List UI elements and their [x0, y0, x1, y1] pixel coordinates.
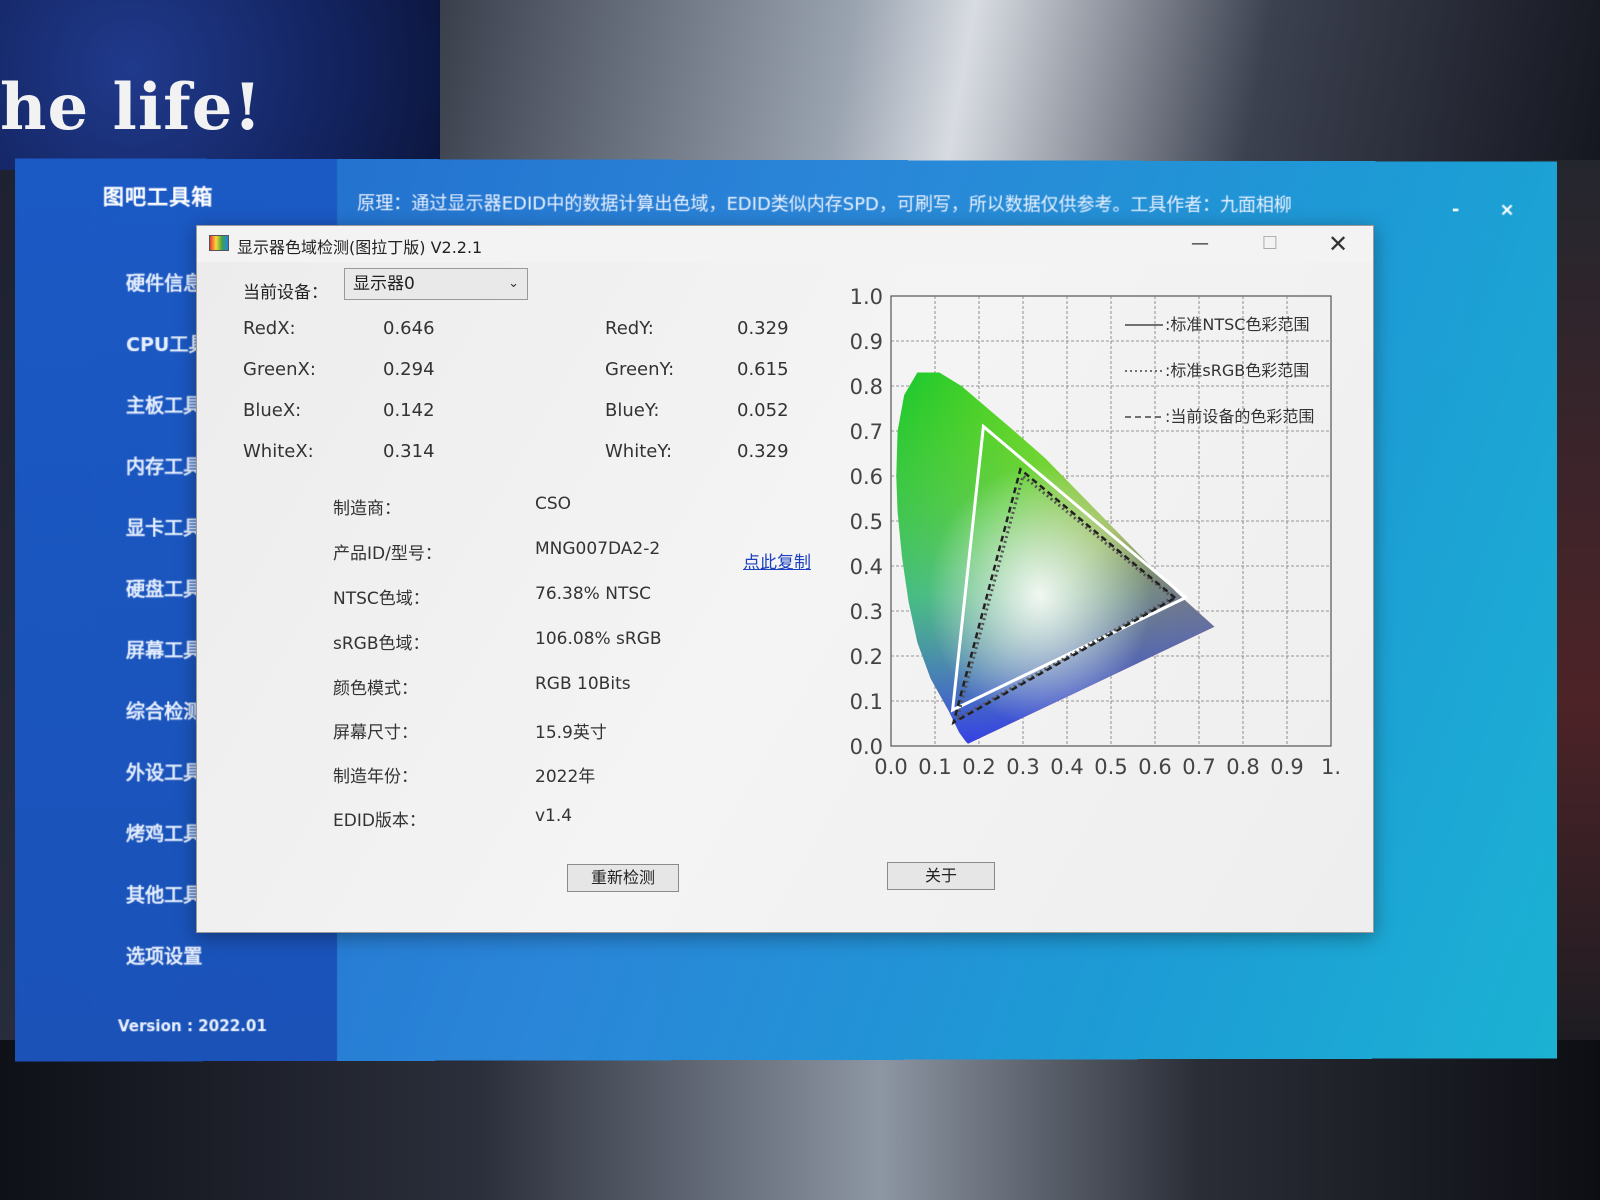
redetect-button[interactable]: 重新检测 — [567, 864, 679, 892]
color-mode-value: RGB 10Bits — [535, 674, 631, 694]
app-title: 图吧工具箱 — [102, 184, 214, 209]
manufacture-year-value: 2022年 — [535, 767, 596, 787]
white-y-value: 0.329 — [737, 441, 789, 462]
app-close-button[interactable]: × — [1500, 199, 1515, 220]
y-tick-label: 0.2 — [850, 645, 883, 669]
x-tick-label: 0.6 — [1138, 755, 1171, 779]
spectral-locus — [896, 372, 1215, 744]
legend-label: :标准sRGB色彩范围 — [1165, 361, 1309, 380]
x-tick-label: 0.4 — [1050, 755, 1083, 779]
x-tick-label: 0.1 — [918, 755, 951, 779]
product-id-label: 产品ID/型号： — [333, 544, 442, 564]
gamut-dialog: 显示器色域检测(图拉丁版) V2.2.1 — ☐ ✕ 当前设备： 显示器0 ⌄ … — [196, 225, 1374, 933]
x-tick-label: 0.2 — [962, 755, 995, 779]
blue-x-label: BlueX: — [243, 400, 302, 421]
version-label: Version : 2022.01 — [117, 1017, 267, 1036]
red-x-label: RedX: — [243, 318, 296, 339]
green-x-value: 0.294 — [383, 359, 435, 380]
x-tick-label: 0.0 — [874, 755, 907, 779]
blue-x-value: 0.142 — [383, 400, 435, 421]
y-tick-label: 0.8 — [850, 375, 883, 399]
legend-label: :标准NTSC色彩范围 — [1165, 315, 1309, 334]
green-y-value: 0.615 — [737, 359, 789, 380]
cie-chart: 0.0 0.1 0.2 0.3 0.4 0.5 0.6 0.7 0.8 0.9 1.0 0.0 0.1 0… — [837, 276, 1357, 796]
red-x-value: 0.646 — [383, 318, 435, 339]
red-y-value: 0.329 — [737, 318, 789, 339]
dialog-close-button[interactable]: ✕ — [1315, 230, 1361, 258]
x-tick-label: 0.7 — [1182, 755, 1215, 779]
dialog-maximize-button[interactable]: ☐ — [1247, 230, 1293, 258]
about-button[interactable]: 关于 — [887, 862, 995, 890]
green-y-label: GreenY: — [605, 359, 675, 380]
dialog-titlebar: 显示器色域检测(图拉丁版) V2.2.1 — ☐ ✕ — [197, 226, 1373, 262]
y-tick-label: 0.1 — [850, 690, 883, 714]
device-label: 当前设备： — [243, 283, 328, 303]
y-tick-label: 0.6 — [850, 465, 883, 489]
monitor-color-icon — [209, 235, 229, 251]
chart-legend: :标准NTSC色彩范围 :标准sRGB色彩范围 :当前设备的色彩范围 — [1125, 315, 1314, 426]
green-x-label: GreenX: — [243, 359, 316, 380]
wallpaper-bottom — [0, 1040, 1600, 1200]
y-tick-label: 0.9 — [850, 330, 883, 354]
blue-y-value: 0.052 — [737, 400, 789, 421]
product-id-value: MNG007DA2-2 — [535, 539, 661, 559]
locus-white-point-glow — [896, 372, 1215, 744]
manufacture-year-label: 制造年份： — [333, 767, 418, 787]
srgb-label: sRGB色域： — [333, 634, 430, 654]
copy-link[interactable]: 点此复制 — [743, 548, 811, 573]
device-select[interactable]: 显示器0 ⌄ — [344, 268, 528, 300]
white-y-label: WhiteY: — [605, 441, 673, 462]
screen-size-value: 15.9英寸 — [535, 723, 607, 743]
y-tick-label: 0.3 — [850, 600, 883, 624]
color-mode-label: 颜色模式： — [333, 679, 418, 699]
blue-y-label: BlueY: — [605, 400, 660, 421]
edid-version-label: EDID版本： — [333, 811, 426, 831]
ntsc-value: 76.38% NTSC — [535, 584, 651, 604]
chevron-down-icon: ⌄ — [508, 276, 519, 291]
x-tick-label: 0.8 — [1226, 755, 1259, 779]
srgb-value: 106.08% sRGB — [535, 629, 662, 649]
y-tick-label: 1.0 — [850, 285, 883, 309]
sidebar-item-settings[interactable]: 选项设置 — [126, 927, 237, 988]
y-tick-label: 0.5 — [850, 510, 883, 534]
app-banner: 原理：通过显示器EDID中的数据计算出色域，EDID类似内存SPD，可刷写，所以… — [357, 193, 1292, 216]
dialog-minimize-button[interactable]: — — [1177, 230, 1223, 258]
x-tick-label: 0.5 — [1094, 755, 1127, 779]
y-tick-label: 0.7 — [850, 420, 883, 444]
dialog-title: 显示器色域检测(图拉丁版) V2.2.1 — [237, 238, 483, 257]
white-x-label: WhiteX: — [243, 441, 314, 462]
wallpaper-right — [440, 0, 1600, 175]
legend-label: :当前设备的色彩范围 — [1165, 407, 1314, 426]
edid-version-value: v1.4 — [535, 806, 573, 826]
device-select-value: 显示器0 — [353, 274, 415, 294]
wallpaper-text: he life! — [0, 70, 263, 145]
y-tick-label: 0.4 — [850, 555, 883, 579]
x-tick-label: 0.3 — [1006, 755, 1039, 779]
screen-size-label: 屏幕尺寸： — [333, 723, 418, 743]
app-minimize-button[interactable]: - — [1452, 199, 1459, 220]
manufacturer-label: 制造商： — [333, 499, 401, 519]
cie-chart-svg: 0.00.10.20.30.40.50.60.70.80.91.00.0 0.1 0… — [850, 285, 1341, 779]
red-y-label: RedY: — [605, 318, 654, 339]
x-tick-label: 0.9 — [1270, 755, 1303, 779]
x-tick-label: 1. — [1321, 755, 1341, 779]
white-x-value: 0.314 — [383, 441, 435, 462]
manufacturer-value: CSO — [535, 494, 572, 514]
ntsc-label: NTSC色域： — [333, 589, 430, 609]
